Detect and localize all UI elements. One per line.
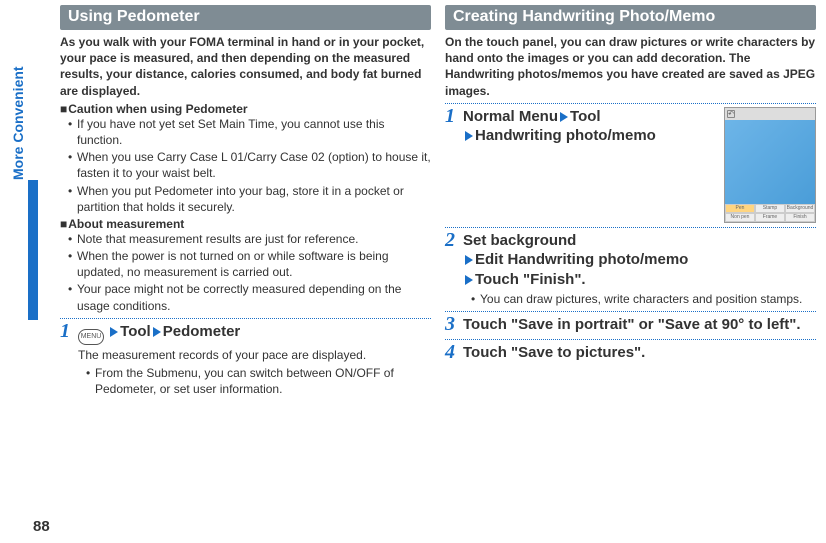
step-number: 2	[445, 229, 455, 252]
step-title: MENU Tool Pedometer	[78, 322, 431, 345]
nav-tool: Tool	[570, 108, 601, 125]
right-step-1: 1 Normal Menu Tool Handwriting photo/memo…	[445, 107, 816, 223]
step-title: Touch "Save in portrait" or "Save at 90°…	[463, 315, 816, 335]
divider	[60, 318, 431, 319]
step-sublist: You can draw pictures, write characters …	[463, 291, 816, 307]
list-item: You can draw pictures, write characters …	[471, 291, 816, 307]
section-header-handwriting: Creating Handwriting Photo/Memo	[445, 5, 816, 30]
step-line: Touch "Finish".	[475, 271, 586, 288]
caution-list: If you have not yet set Set Main Time, y…	[60, 116, 431, 215]
tool-frame: Frame	[755, 213, 785, 222]
divider	[445, 339, 816, 340]
chevron-right-icon	[153, 327, 161, 337]
step-number: 3	[445, 313, 455, 336]
list-item: From the Submenu, you can switch between…	[86, 365, 431, 397]
list-item: If you have not yet set Set Main Time, y…	[68, 116, 431, 148]
chevron-right-icon	[465, 275, 473, 285]
nav-tool: Tool	[120, 323, 151, 340]
right-step-2: 2 Set background Edit Handwriting photo/…	[445, 231, 816, 308]
divider	[445, 103, 816, 104]
list-item: When the power is not turned on or while…	[68, 248, 431, 280]
list-item: Your pace might not be correctly measure…	[68, 281, 431, 313]
left-step-1: 1 MENU Tool Pedometer The measurement rec…	[60, 322, 431, 398]
screenshot-toolbar: Pen Stamp Background Non pen Frame Finis…	[725, 204, 815, 222]
section-header-pedometer: Using Pedometer	[60, 5, 431, 30]
tool-finish: Finish	[785, 213, 815, 222]
chevron-right-icon	[560, 112, 568, 122]
tool-pen: Pen	[725, 204, 755, 213]
tool-stamp: Stamp	[755, 204, 785, 213]
tool-nonpen: Non pen	[725, 213, 755, 222]
left-column: Using Pedometer As you walk with your FO…	[60, 5, 431, 533]
nav-normal-menu: Normal Menu	[463, 108, 558, 125]
handwriting-screenshot: ↶ Pen Stamp Background Non pen Frame Fin…	[724, 107, 816, 223]
step-number: 1	[60, 320, 70, 343]
step-sublist: From the Submenu, you can switch between…	[78, 365, 431, 397]
screenshot-canvas	[725, 120, 815, 204]
right-column: Creating Handwriting Photo/Memo On the t…	[445, 5, 816, 533]
step-number: 1	[445, 105, 455, 128]
step-number: 4	[445, 341, 455, 364]
pedometer-intro: As you walk with your FOMA terminal in h…	[60, 34, 431, 99]
caution-heading: Caution when using Pedometer	[60, 102, 431, 116]
manual-page: More Convenient 88 Using Pedometer As yo…	[0, 0, 826, 543]
chevron-right-icon	[110, 327, 118, 337]
list-item: When you put Pedometer into your bag, st…	[68, 183, 431, 215]
nav-handwriting: Handwriting photo/memo	[475, 127, 656, 144]
handwriting-intro: On the touch panel, you can draw picture…	[445, 34, 816, 99]
step-line: Set background	[463, 232, 576, 249]
right-step-4: 4 Touch "Save to pictures".	[445, 343, 816, 363]
step-title: Set background Edit Handwriting photo/me…	[463, 231, 816, 290]
divider	[445, 227, 816, 228]
step-line: Edit Handwriting photo/memo	[475, 251, 688, 268]
step-description: The measurement records of your pace are…	[78, 347, 431, 363]
about-heading: About measurement	[60, 217, 431, 231]
step-title: Normal Menu Tool Handwriting photo/memo	[463, 107, 718, 146]
list-item: Note that measurement results are just f…	[68, 231, 431, 247]
divider	[445, 311, 816, 312]
chevron-right-icon	[465, 255, 473, 265]
menu-icon: MENU	[78, 329, 104, 345]
back-arrow-icon: ↶	[727, 110, 735, 118]
screenshot-titlebar: ↶	[725, 108, 815, 120]
about-list: Note that measurement results are just f…	[60, 231, 431, 314]
list-item: When you use Carry Case L 01/Carry Case …	[68, 149, 431, 181]
nav-pedometer: Pedometer	[163, 323, 241, 340]
right-step-3: 3 Touch "Save in portrait" or "Save at 9…	[445, 315, 816, 335]
chevron-right-icon	[465, 131, 473, 141]
step-title: Touch "Save to pictures".	[463, 343, 816, 363]
columns: Using Pedometer As you walk with your FO…	[60, 5, 816, 533]
page-number: 88	[33, 518, 50, 535]
tool-background: Background	[785, 204, 815, 213]
side-category-bar	[28, 180, 38, 320]
side-category-label: More Convenient	[10, 66, 26, 180]
